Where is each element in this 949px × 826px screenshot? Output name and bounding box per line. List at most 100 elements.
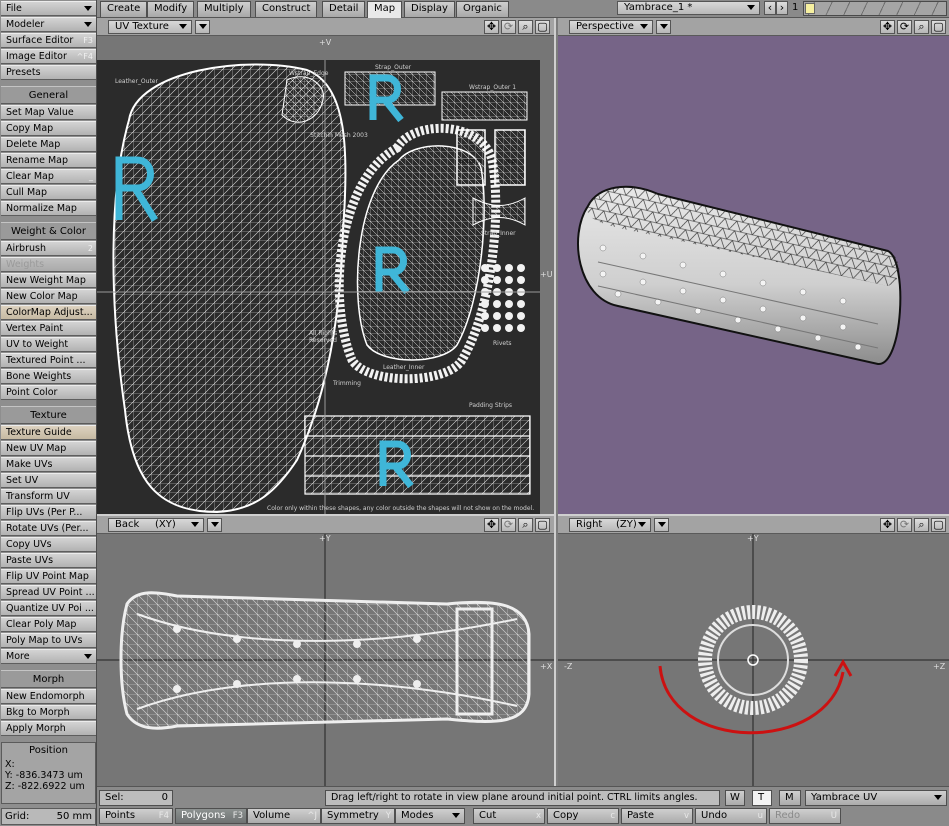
rotate-view-icon[interactable]: ⟳ bbox=[501, 20, 516, 34]
volume-mode-button[interactable]: Volume ^J bbox=[247, 808, 321, 824]
view-options-dropdown[interactable] bbox=[656, 20, 671, 34]
tab-display[interactable]: Display bbox=[404, 1, 455, 17]
tab-construct[interactable]: Construct bbox=[255, 1, 318, 17]
view-type-selector[interactable]: Back (XY) bbox=[108, 518, 204, 532]
zoom-view-icon[interactable]: ⌕ bbox=[914, 20, 929, 34]
layer-bank[interactable] bbox=[803, 1, 947, 16]
redo-button[interactable]: Redo U bbox=[769, 808, 841, 824]
texture-guide-button[interactable]: Texture Guide bbox=[1, 425, 96, 440]
point-color-button[interactable]: Point Color bbox=[1, 385, 96, 400]
object-selector[interactable]: Yambrace_1 * bbox=[617, 1, 760, 15]
undo-button[interactable]: Undo u bbox=[695, 808, 767, 824]
view-options-dropdown[interactable] bbox=[654, 518, 669, 532]
view-type-selector[interactable]: Right (ZY) bbox=[569, 518, 651, 532]
move-view-icon[interactable]: ✥ bbox=[880, 20, 895, 34]
new-weight-map-button[interactable]: New Weight Map bbox=[1, 273, 96, 288]
weights-button[interactable]: Weights bbox=[1, 257, 96, 272]
points-mode-button[interactable]: Points F4 bbox=[99, 808, 173, 824]
copy-button[interactable]: Copy c bbox=[547, 808, 619, 824]
tab-create[interactable]: Create bbox=[100, 1, 148, 17]
copy-map-button[interactable]: Copy Map bbox=[1, 121, 96, 136]
move-view-icon[interactable]: ✥ bbox=[880, 518, 895, 532]
rename-map-button[interactable]: Rename Map bbox=[1, 153, 96, 168]
flip-uv-point-map-button[interactable]: Flip UV Point Map bbox=[1, 569, 96, 584]
flip-uvs-button[interactable]: Flip UVs (Per P... bbox=[1, 505, 96, 520]
tab-organic[interactable]: Organic bbox=[456, 1, 509, 17]
colormap-adjust-button[interactable]: ColorMap Adjust... bbox=[1, 305, 96, 320]
make-uvs-button[interactable]: Make UVs bbox=[1, 457, 96, 472]
tab-multiply[interactable]: Multiply bbox=[197, 1, 251, 17]
cut-button[interactable]: Cut x bbox=[473, 808, 545, 824]
quantize-uv-button[interactable]: Quantize UV Poi ... bbox=[1, 601, 96, 616]
airbrush-button[interactable]: Airbrush 2 bbox=[1, 241, 96, 256]
rotate-uvs-button[interactable]: Rotate UVs (Per... bbox=[1, 521, 96, 536]
view-options-dropdown[interactable] bbox=[195, 20, 210, 34]
clear-map-button[interactable]: Clear Map _ bbox=[1, 169, 96, 184]
uv-canvas[interactable]: Leather_Outer Wstrap_Edge Strap_Outer Ws… bbox=[97, 36, 554, 514]
zoom-view-icon[interactable]: ⌕ bbox=[518, 20, 533, 34]
perspective-viewport[interactable]: Perspective ✥ ⟳ ⌕ ▢ bbox=[558, 18, 949, 516]
zoom-view-icon[interactable]: ⌕ bbox=[914, 518, 929, 532]
apply-morph-button[interactable]: Apply Morph bbox=[1, 721, 96, 736]
symmetry-toggle[interactable]: Symmetry Y bbox=[321, 808, 395, 824]
perspective-canvas[interactable] bbox=[558, 36, 949, 514]
clear-poly-map-button[interactable]: Clear Poly Map bbox=[1, 617, 96, 632]
paste-button[interactable]: Paste v bbox=[621, 808, 693, 824]
bkg-to-morph-button[interactable]: Bkg to Morph bbox=[1, 705, 96, 720]
uv-texture-viewport[interactable]: UV Texture ✥ ⟳ ⌕ ▢ Leather_Outer Wstrap_… bbox=[97, 18, 556, 516]
next-layer-arrow-icon[interactable]: › bbox=[776, 1, 788, 15]
map-mode-t-button[interactable]: T bbox=[752, 790, 772, 806]
right-viewport[interactable]: Right (ZY) ✥ ⟳ ⌕ ▢ +Y -Z +Z bbox=[558, 516, 949, 786]
view-type-selector[interactable]: Perspective bbox=[569, 20, 653, 34]
back-viewport[interactable]: Back (XY) ✥ ⟳ ⌕ ▢ +Y +X bbox=[97, 516, 556, 786]
tab-map[interactable]: Map bbox=[367, 1, 403, 18]
rotate-view-icon[interactable]: ⟳ bbox=[501, 518, 516, 532]
active-layer-slot[interactable] bbox=[805, 3, 815, 14]
textured-point-button[interactable]: Textured Point ... bbox=[1, 353, 96, 368]
move-view-icon[interactable]: ✥ bbox=[484, 20, 499, 34]
right-canvas[interactable]: +Y -Z +Z bbox=[558, 534, 949, 786]
uv-to-weight-button[interactable]: UV to Weight bbox=[1, 337, 96, 352]
rotate-view-icon[interactable]: ⟳ bbox=[897, 518, 912, 532]
set-map-value-button[interactable]: Set Map Value bbox=[1, 105, 96, 120]
new-endomorph-button[interactable]: New Endomorph bbox=[1, 689, 96, 704]
tab-modify[interactable]: Modify bbox=[147, 1, 195, 17]
map-mode-m-button[interactable]: M bbox=[779, 790, 801, 806]
poly-map-to-uvs-button[interactable]: Poly Map to UVs bbox=[1, 633, 96, 648]
normalize-map-button[interactable]: Normalize Map bbox=[1, 201, 96, 216]
set-uv-button[interactable]: Set UV bbox=[1, 473, 96, 488]
move-view-icon[interactable]: ✥ bbox=[484, 518, 499, 532]
maximize-view-icon[interactable]: ▢ bbox=[535, 518, 550, 532]
bone-weights-button[interactable]: Bone Weights bbox=[1, 369, 96, 384]
back-canvas[interactable]: +Y +X bbox=[97, 534, 554, 786]
presets-button[interactable]: Presets bbox=[1, 65, 96, 80]
delete-map-button[interactable]: Delete Map bbox=[1, 137, 96, 152]
new-uv-map-button[interactable]: New UV Map bbox=[1, 441, 96, 456]
copy-uvs-button[interactable]: Copy UVs bbox=[1, 537, 96, 552]
maximize-view-icon[interactable]: ▢ bbox=[931, 518, 946, 532]
rotate-view-icon[interactable]: ⟳ bbox=[897, 20, 912, 34]
vertex-map-selector[interactable]: Yambrace UV bbox=[805, 790, 947, 806]
maximize-view-icon[interactable]: ▢ bbox=[931, 20, 946, 34]
modeler-menu[interactable]: Modeler bbox=[1, 17, 96, 32]
paste-uvs-button[interactable]: Paste UVs bbox=[1, 553, 96, 568]
file-menu[interactable]: File bbox=[1, 1, 96, 16]
surface-editor-button[interactable]: Surface Editor F3 bbox=[1, 33, 96, 48]
uv-axis-u-label: +U bbox=[540, 270, 553, 279]
polygons-mode-button[interactable]: Polygons F3 bbox=[175, 808, 247, 824]
view-options-dropdown[interactable] bbox=[207, 518, 222, 532]
image-editor-button[interactable]: Image Editor ^F4 bbox=[1, 49, 96, 64]
new-color-map-button[interactable]: New Color Map bbox=[1, 289, 96, 304]
zoom-view-icon[interactable]: ⌕ bbox=[518, 518, 533, 532]
tab-detail[interactable]: Detail bbox=[322, 1, 366, 17]
modes-menu[interactable]: Modes bbox=[395, 808, 465, 824]
prev-layer-arrow-icon[interactable]: ‹ bbox=[764, 1, 776, 15]
transform-uv-button[interactable]: Transform UV bbox=[1, 489, 96, 504]
maximize-view-icon[interactable]: ▢ bbox=[535, 20, 550, 34]
map-mode-w-button[interactable]: W bbox=[725, 790, 745, 806]
spread-uv-point-button[interactable]: Spread UV Point ... bbox=[1, 585, 96, 600]
cull-map-button[interactable]: Cull Map bbox=[1, 185, 96, 200]
view-type-selector[interactable]: UV Texture bbox=[108, 20, 192, 34]
more-menu[interactable]: More bbox=[1, 649, 96, 664]
vertex-paint-button[interactable]: Vertex Paint bbox=[1, 321, 96, 336]
